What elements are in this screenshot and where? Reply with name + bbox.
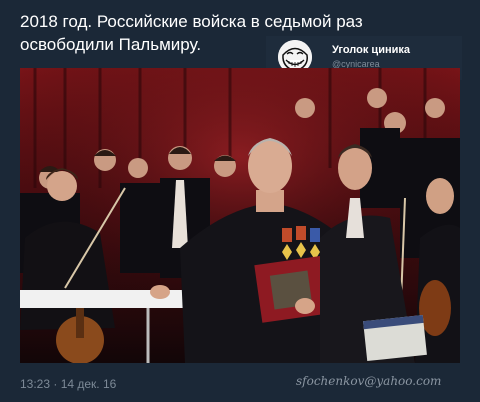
profile-name[interactable]: Уголок циника [332, 44, 410, 56]
tweet-photo[interactable] [20, 68, 460, 363]
watermark-text: sfochenkov@yahoo.com [296, 374, 442, 388]
tweet-card: 2018 год. Российские войска в седьмой ра… [0, 0, 480, 402]
orchestra-conductor-photo-icon [20, 68, 460, 363]
tweet-timestamp[interactable]: 13:23 · 14 дек. 16 [20, 377, 116, 391]
